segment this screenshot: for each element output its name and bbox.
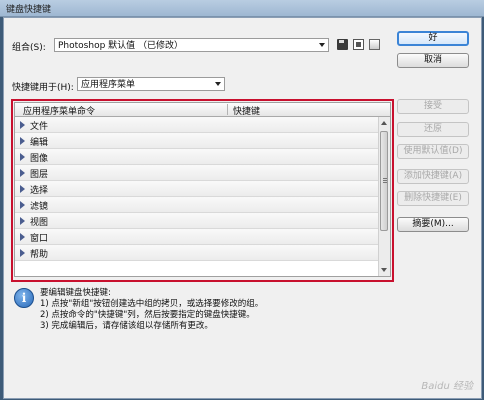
shortcuts-for-value: 应用程序菜单 (81, 80, 136, 90)
instructions-line: 3) 完成编辑后，请存储该组以存储所有更改。 (40, 321, 213, 331)
use-default-button[interactable]: 使用默认值(D) (397, 144, 469, 159)
cancel-button[interactable]: 取消 (397, 53, 469, 68)
keyboard-shortcuts-dialog: 组合(S): Photoshop 默认值 （已修改） 快捷键用于(H): 应用程… (3, 17, 482, 399)
instructions-panel: i 要编辑键盘快捷键: 1) 点按"新组"按钮创建选中组的拷贝，或选择要修改的组… (12, 286, 392, 338)
shortcuts-for-dropdown[interactable]: 应用程序菜单 (77, 77, 225, 91)
chevron-down-icon (319, 43, 325, 47)
accept-button[interactable]: 接受 (397, 99, 469, 114)
set-dropdown[interactable]: Photoshop 默认值 （已修改） (54, 38, 329, 52)
chevron-down-icon (215, 82, 221, 86)
undo-button[interactable]: 还原 (397, 122, 469, 137)
title-bar: 键盘快捷键 (0, 0, 484, 17)
save-set-icon[interactable] (337, 39, 348, 50)
ok-button[interactable]: 好 (397, 31, 469, 46)
delete-shortcut-button[interactable]: 删除快捷键(E) (397, 191, 469, 206)
shortcuts-for-label: 快捷键用于(H): (12, 83, 74, 93)
summarize-button[interactable]: 摘要(M)... (397, 217, 469, 232)
highlight-box (11, 99, 394, 282)
window-title: 键盘快捷键 (6, 5, 52, 15)
set-label: 组合(S): (12, 43, 46, 53)
set-value: Photoshop 默认值 （已修改） (58, 41, 184, 51)
watermark: Baidu 经验 (421, 381, 473, 392)
save-set-as-icon[interactable] (353, 39, 364, 50)
add-shortcut-button[interactable]: 添加快捷键(A) (397, 169, 469, 184)
new-set-icon[interactable] (369, 39, 380, 50)
info-icon: i (14, 288, 34, 308)
